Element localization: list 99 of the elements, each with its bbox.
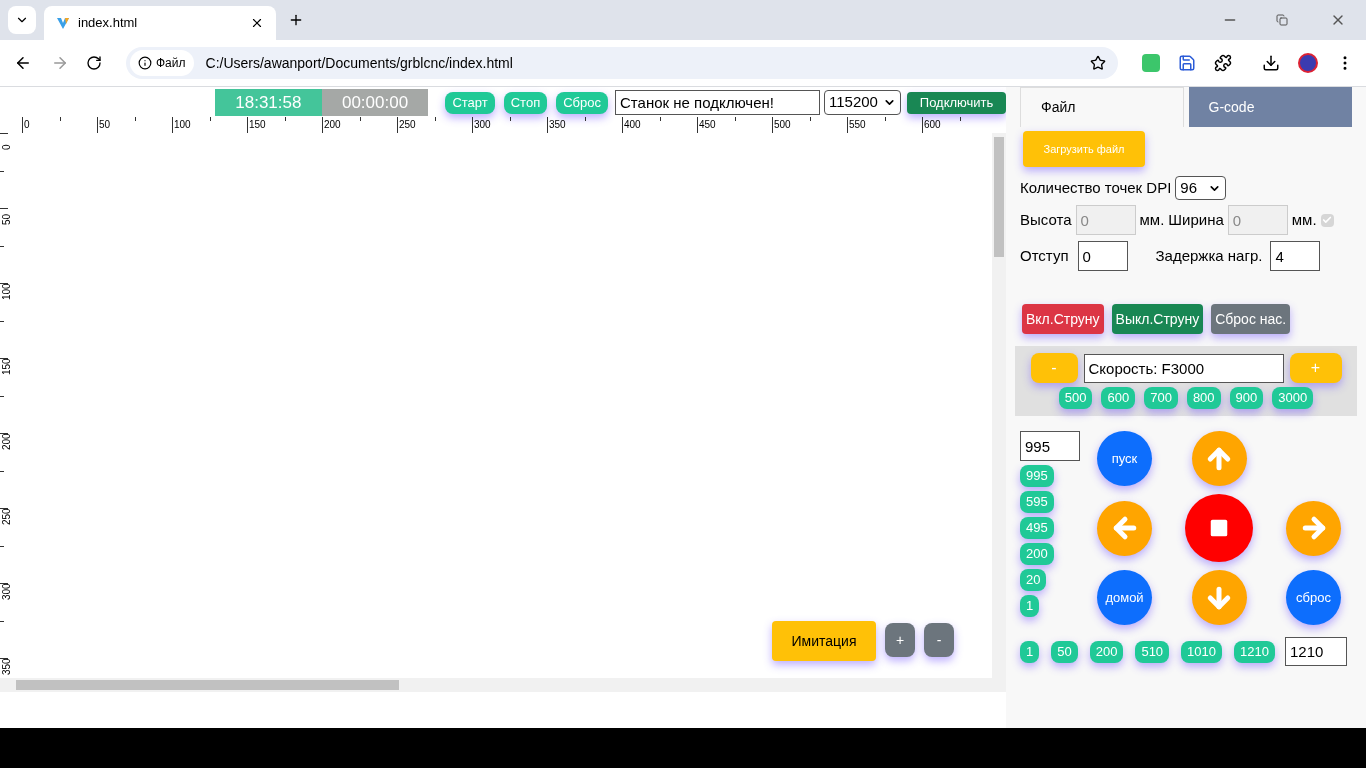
status-field[interactable]: Станок не подключен! bbox=[615, 90, 820, 115]
forward-icon[interactable] bbox=[51, 54, 69, 72]
zoom-button[interactable]: - bbox=[924, 623, 954, 657]
step-preset-button[interactable]: 20 bbox=[1020, 569, 1047, 591]
control-button[interactable]: Сброс bbox=[556, 91, 608, 114]
profile-avatar[interactable] bbox=[1298, 53, 1318, 73]
ruler-label: 200 bbox=[324, 120, 341, 130]
reload-icon[interactable] bbox=[86, 55, 102, 71]
ruler-label: 100 bbox=[174, 120, 191, 130]
speed-preset-button[interactable]: 900 bbox=[1229, 387, 1264, 409]
tab-title: index.html bbox=[78, 14, 139, 33]
height-unit: мм. bbox=[1139, 209, 1165, 230]
offset-field[interactable]: 0 bbox=[1077, 241, 1128, 271]
speed-minus-button[interactable]: - bbox=[1030, 353, 1078, 383]
delay-field[interactable]: 4 bbox=[1270, 241, 1321, 271]
ruler-label: 300 bbox=[2, 583, 12, 600]
ruler-label: 450 bbox=[699, 120, 716, 130]
control-button[interactable]: Старт bbox=[445, 91, 495, 114]
feed-preset-button[interactable]: 1 bbox=[1020, 640, 1040, 663]
step-preset-button[interactable]: 200 bbox=[1020, 543, 1054, 565]
feed-preset-button[interactable]: 1210 bbox=[1234, 640, 1275, 663]
width-label: Ширина bbox=[1168, 209, 1224, 230]
ruler-label: 150 bbox=[2, 358, 12, 375]
height-field[interactable]: 0 bbox=[1075, 205, 1136, 235]
feed-preset-button[interactable]: 200 bbox=[1089, 640, 1124, 663]
simulate-button[interactable]: Имитация bbox=[772, 621, 876, 661]
dpi-select[interactable]: 96 bbox=[1175, 176, 1227, 200]
connect-button[interactable]: Подключить bbox=[907, 91, 1006, 114]
jog-button[interactable] bbox=[1185, 494, 1253, 562]
download-icon[interactable] bbox=[1262, 54, 1280, 72]
ruler-label: 0 bbox=[2, 144, 12, 150]
offset-label: Отступ bbox=[1020, 245, 1069, 266]
feed-preset-button[interactable]: 50 bbox=[1051, 640, 1078, 663]
width-field[interactable]: 0 bbox=[1227, 205, 1288, 235]
url-text: C:/Users/awanport/Documents/grblcnc/index.html bbox=[205, 53, 514, 73]
browser-tab[interactable]: index.html bbox=[44, 6, 276, 40]
feed-field[interactable]: 1210 bbox=[1284, 637, 1347, 666]
new-tab-icon[interactable] bbox=[288, 12, 304, 28]
dpi-label: Количество точек DPI bbox=[1020, 177, 1172, 198]
speed-field[interactable]: Скорость: F3000 bbox=[1083, 353, 1284, 383]
ruler-label: 200 bbox=[2, 433, 12, 450]
step-preset-button[interactable]: 1 bbox=[1020, 595, 1040, 617]
ruler-label: 100 bbox=[2, 283, 12, 300]
speed-preset-button[interactable]: 500 bbox=[1058, 387, 1093, 409]
ruler-label: 0 bbox=[24, 120, 30, 130]
vertical-scrollbar[interactable] bbox=[992, 133, 1006, 678]
feed-preset-button[interactable]: 1010 bbox=[1181, 640, 1223, 663]
site-info-chip[interactable]: Файл bbox=[130, 50, 194, 76]
stop-icon bbox=[1208, 517, 1230, 539]
extensions-icon[interactable] bbox=[1214, 54, 1232, 72]
back-icon[interactable] bbox=[14, 54, 32, 72]
speed-preset-button[interactable]: 800 bbox=[1186, 387, 1221, 409]
speed-preset-button[interactable]: 600 bbox=[1101, 387, 1136, 409]
speed-plus-button[interactable]: + bbox=[1289, 353, 1342, 383]
control-button[interactable]: Стоп bbox=[503, 91, 548, 114]
step-preset-button[interactable]: 595 bbox=[1020, 491, 1054, 513]
height-label: Высота bbox=[1020, 209, 1072, 230]
string-button[interactable]: Вкл.Струну bbox=[1022, 304, 1104, 334]
step-field[interactable]: 995 bbox=[1020, 431, 1080, 461]
ruler-label: 300 bbox=[474, 120, 491, 130]
info-icon bbox=[138, 56, 152, 70]
bookmark-star-icon[interactable] bbox=[1090, 55, 1106, 71]
speed-preset-button[interactable]: 700 bbox=[1144, 387, 1178, 409]
load-file-button[interactable]: Загрузить файл bbox=[1023, 131, 1145, 167]
save-icon[interactable] bbox=[1178, 54, 1196, 72]
speed-preset-button[interactable]: 3000 bbox=[1272, 387, 1314, 409]
width-unit: мм. bbox=[1291, 209, 1317, 230]
restore-icon[interactable] bbox=[1276, 14, 1288, 26]
ruler-label: 50 bbox=[99, 120, 111, 130]
step-preset-button[interactable]: 495 bbox=[1020, 517, 1054, 539]
step-preset-button[interactable]: 995 bbox=[1020, 465, 1054, 487]
baud-select[interactable]: 115200 bbox=[824, 90, 902, 115]
ruler-label: 550 bbox=[849, 120, 866, 130]
string-button[interactable]: Сброс нас. bbox=[1211, 304, 1291, 334]
site-info-label: Файл bbox=[156, 55, 186, 72]
ruler-label: 250 bbox=[399, 120, 416, 130]
close-tab-icon[interactable] bbox=[250, 16, 264, 30]
panel-tab[interactable]: Файл bbox=[1020, 87, 1184, 127]
ruler-label: 350 bbox=[549, 120, 566, 130]
feed-preset-button[interactable]: 510 bbox=[1135, 640, 1170, 663]
ruler-label: 500 bbox=[774, 120, 791, 130]
jog-button[interactable]: пуск bbox=[1097, 431, 1152, 486]
jog-button[interactable]: сброс bbox=[1286, 570, 1341, 625]
panel-tab[interactable]: G-code bbox=[1188, 87, 1352, 127]
zoom-button[interactable]: + bbox=[885, 623, 915, 657]
ruler-label: 50 bbox=[2, 213, 12, 225]
clock: 18:31:58 bbox=[215, 89, 322, 116]
string-button[interactable]: Выкл.Струну bbox=[1111, 304, 1204, 334]
ruler-label: 400 bbox=[624, 120, 641, 130]
address-bar[interactable]: Файл C:/Users/awanport/Documents/grblcnc/index.html bbox=[126, 47, 1118, 79]
ruler-label: 600 bbox=[924, 120, 941, 130]
timer: 00:00:00 bbox=[321, 89, 429, 116]
horizontal-scrollbar[interactable] bbox=[0, 678, 1006, 692]
ruler-label: 150 bbox=[249, 120, 266, 130]
v-logo-icon bbox=[56, 16, 70, 30]
ruler-label: 250 bbox=[2, 508, 12, 525]
ruler-label: 350 bbox=[2, 658, 12, 675]
delay-label: Задержка нагр. bbox=[1155, 245, 1263, 266]
jog-button[interactable]: домой bbox=[1097, 570, 1152, 625]
